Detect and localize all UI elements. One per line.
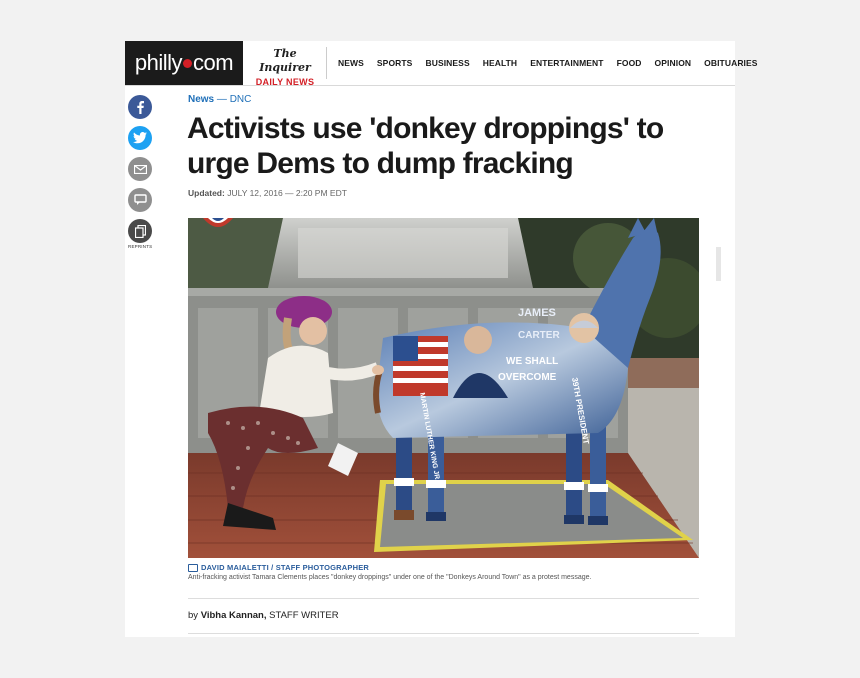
facebook-share-icon[interactable] (128, 95, 152, 119)
nav-item-food[interactable]: FOOD (617, 58, 642, 68)
author-name[interactable]: Vibha Kannan, (201, 610, 267, 621)
nav-item-sports[interactable]: SPORTS (377, 58, 413, 68)
article-headline: Activists use 'donkey droppings' to urge… (187, 112, 664, 180)
author-role: STAFF WRITER (269, 610, 339, 621)
statue-text-mid: CARTER (518, 330, 560, 341)
philly-logo[interactable]: philly com (125, 41, 243, 85)
nav-item-entertainment[interactable]: ENTERTAINMENT (530, 58, 603, 68)
breadcrumb-subsection[interactable]: DNC (230, 94, 252, 105)
camera-icon (188, 564, 198, 573)
byline-prefix: by (188, 610, 199, 621)
divider (188, 598, 699, 599)
photo-caption: Anti-fracking activist Tamara Clements p… (188, 574, 592, 581)
divider-bottom (188, 633, 699, 634)
masthead: philly com The Inquirer DAILY NEWS NEWS S… (125, 41, 757, 87)
comments-icon[interactable] (128, 188, 152, 212)
photo-credit: DAVID MAIALETTI / STAFF PHOTOGRAPHER (188, 563, 370, 573)
reprints-icon[interactable] (128, 219, 152, 243)
statue-quote-1: WE SHALL (506, 356, 558, 367)
email-share-icon[interactable] (128, 157, 152, 181)
masthead-divider (326, 47, 327, 79)
statue-text-top: JAMES (518, 307, 556, 319)
article-page: philly com The Inquirer DAILY NEWS NEWS S… (125, 41, 757, 637)
reprints-label: REPRINTS (128, 244, 153, 249)
nav-item-health[interactable]: HEALTH (483, 58, 517, 68)
photo-illustration: JAMES CARTER WE SHALL OVERCOME 39TH PRES… (188, 218, 699, 558)
nav-item-business[interactable]: BUSINESS (425, 58, 469, 68)
nav-item-news[interactable]: NEWS (338, 58, 364, 68)
photo-credit-text: DAVID MAIALETTI / STAFF PHOTOGRAPHER (201, 563, 370, 572)
inquirer-daily-news-logo[interactable]: The Inquirer DAILY NEWS (247, 47, 323, 87)
nav-item-opinion[interactable]: OPINION (655, 58, 692, 68)
main-nav: NEWS SPORTS BUSINESS HEALTH ENTERTAINMEN… (338, 41, 758, 85)
logo-right: com (193, 50, 234, 75)
breadcrumb-separator: — (216, 94, 227, 105)
nav-item-obituaries[interactable]: OBITUARIES (704, 58, 757, 68)
share-bar: REPRINTS (128, 95, 154, 249)
daily-news-wordmark: DAILY NEWS (255, 77, 315, 87)
byline: by Vibha Kannan, STAFF WRITER (188, 610, 339, 621)
logo-dot-icon (183, 58, 193, 68)
twitter-share-icon[interactable] (128, 126, 152, 150)
updated-label: Updated: (188, 188, 225, 198)
inquirer-wordmark: The Inquirer (259, 47, 311, 74)
logo-left: philly (134, 50, 183, 75)
article-photo[interactable]: JAMES CARTER WE SHALL OVERCOME 39TH PRES… (188, 218, 699, 558)
updated-value: JULY 12, 2016 — 2:20 PM EDT (227, 188, 347, 198)
scroll-indicator[interactable] (716, 247, 721, 281)
breadcrumb: News — DNC (188, 94, 251, 105)
statue-quote-2: OVERCOME (498, 372, 557, 383)
breadcrumb-section[interactable]: News (188, 94, 214, 105)
updated-timestamp: Updated: JULY 12, 2016 — 2:20 PM EDT (188, 188, 347, 198)
